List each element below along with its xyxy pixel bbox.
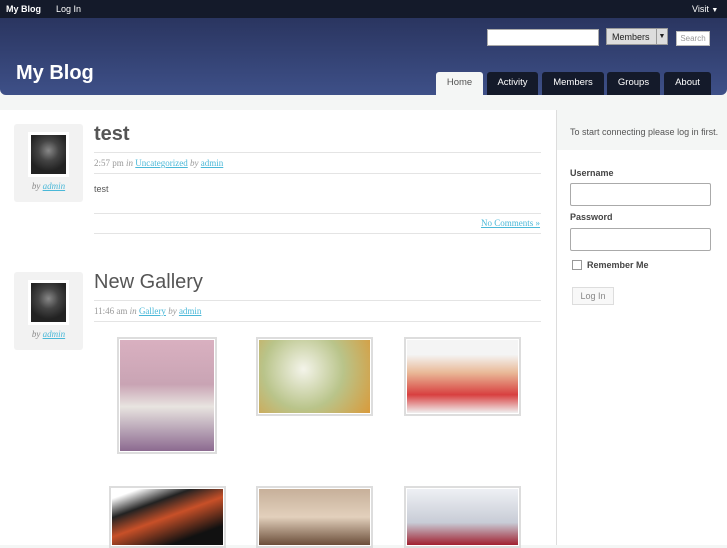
site-title[interactable]: My Blog [16, 62, 94, 85]
visit-label: Visit [692, 4, 709, 14]
divider [94, 300, 541, 301]
username-input[interactable] [570, 183, 711, 206]
gallery-thumbnail[interactable] [404, 337, 521, 416]
author-link[interactable]: admin [201, 158, 224, 168]
post-body: test [94, 184, 109, 194]
search-button[interactable]: Search [676, 31, 710, 46]
category-link[interactable]: Gallery [139, 306, 166, 316]
gallery-thumbnail[interactable] [109, 486, 226, 548]
divider [94, 173, 541, 174]
admin-bar: My Blog Log In Visit ▼ [0, 0, 727, 18]
visit-menu[interactable]: Visit ▼ [692, 4, 718, 14]
post-title[interactable]: New Gallery [94, 271, 203, 294]
search-scope-select[interactable]: Members ▼ [606, 28, 668, 45]
author-link[interactable]: admin [179, 306, 202, 316]
login-intro: To start connecting please log in first. [570, 127, 719, 137]
tab-activity[interactable]: Activity [487, 72, 538, 95]
chevron-down-icon: ▼ [711, 7, 719, 14]
author-byline: by admin [31, 329, 66, 339]
post-meta: 11:46 am in Gallery by admin [94, 306, 202, 316]
comments-link[interactable]: No Comments » [481, 218, 540, 228]
remember-me-checkbox[interactable] [572, 260, 582, 270]
username-label: Username [570, 168, 614, 178]
category-link[interactable]: Uncategorized [135, 158, 187, 168]
admin-bar-site-link[interactable]: My Blog [6, 4, 41, 14]
login-button[interactable]: Log In [572, 287, 614, 305]
tab-members[interactable]: Members [542, 72, 604, 95]
admin-bar-login-link[interactable]: Log In [56, 4, 81, 14]
search-input[interactable] [487, 29, 599, 46]
divider [94, 213, 541, 214]
password-label: Password [570, 212, 613, 222]
gallery-thumbnail[interactable] [256, 486, 373, 548]
author-link[interactable]: admin [43, 329, 66, 339]
author-byline: by admin [31, 181, 66, 191]
tab-home[interactable]: Home [436, 72, 483, 95]
tab-about[interactable]: About [664, 72, 711, 95]
avatar[interactable] [28, 132, 69, 177]
avatar[interactable] [28, 280, 69, 325]
gallery-thumbnail[interactable] [117, 337, 217, 454]
search-scope-value: Members [612, 32, 650, 42]
remember-me-label: Remember Me [587, 260, 649, 270]
password-input[interactable] [570, 228, 711, 251]
post-title[interactable]: test [94, 123, 130, 146]
gallery-thumbnail[interactable] [404, 486, 521, 548]
post-meta: 2:57 pm in Uncategorized by admin [94, 158, 224, 168]
tab-groups[interactable]: Groups [607, 72, 660, 95]
author-link[interactable]: admin [43, 181, 66, 191]
chevron-down-icon: ▼ [656, 29, 667, 44]
divider [94, 321, 541, 322]
gallery-thumbnail[interactable] [256, 337, 373, 416]
content [0, 110, 556, 545]
divider [94, 233, 541, 234]
divider [94, 152, 541, 153]
